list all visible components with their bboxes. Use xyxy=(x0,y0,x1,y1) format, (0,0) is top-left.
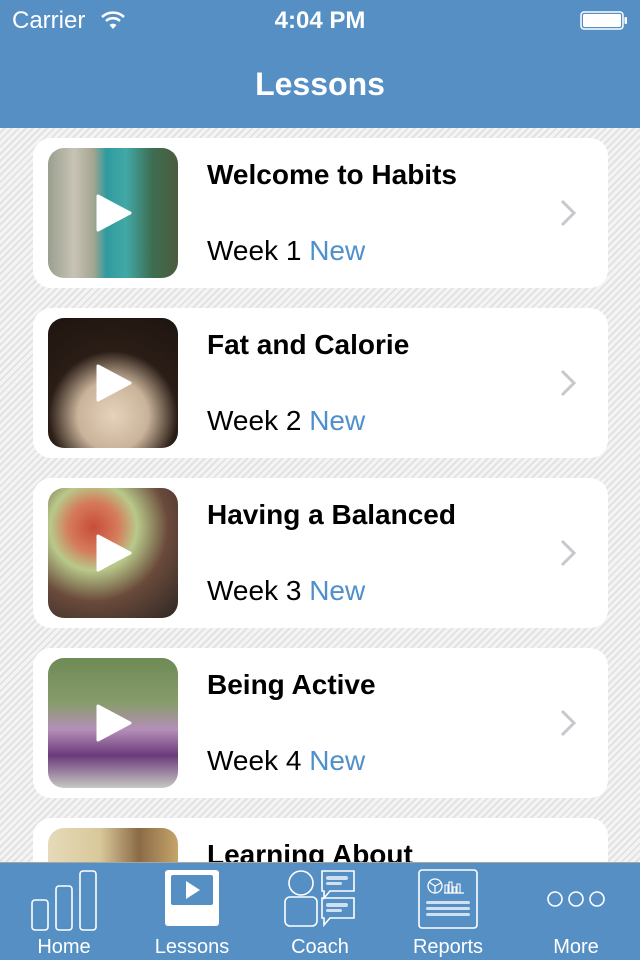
week-label: Week 3 xyxy=(207,575,302,606)
video-play-icon xyxy=(165,870,219,926)
lesson-week: Week 1 New xyxy=(207,235,365,267)
chevron-right-icon xyxy=(560,539,576,567)
play-icon xyxy=(96,534,132,572)
lesson-thumbnail xyxy=(48,318,178,448)
tab-reports[interactable]: Reports xyxy=(384,863,512,960)
tab-more[interactable]: More xyxy=(512,863,640,960)
lesson-thumbnail xyxy=(48,488,178,618)
report-icon xyxy=(418,869,478,929)
tab-lessons[interactable]: Lessons xyxy=(128,863,256,960)
lesson-week: Week 4 New xyxy=(207,745,365,777)
chevron-right-icon xyxy=(560,369,576,397)
chevron-right-icon xyxy=(560,709,576,737)
week-label: Week 4 xyxy=(207,745,302,776)
tab-label: Coach xyxy=(291,936,349,958)
lesson-card[interactable]: Learning About xyxy=(33,818,608,862)
tab-label: More xyxy=(553,936,599,958)
play-icon xyxy=(96,194,132,232)
week-label: Week 1 xyxy=(207,235,302,266)
lesson-title: Being Active xyxy=(207,669,376,700)
coach-chat-icon xyxy=(284,870,355,927)
lesson-card[interactable]: Having a Balanced Week 3 New xyxy=(33,478,608,628)
new-badge: New xyxy=(309,745,366,776)
lesson-thumbnail xyxy=(48,828,178,862)
tab-coach[interactable]: Coach xyxy=(256,863,384,960)
lessons-list[interactable]: Welcome to Habits Week 1 New Fat and Cal… xyxy=(0,128,640,862)
battery-icon xyxy=(580,11,627,30)
lesson-thumbnail xyxy=(48,658,178,788)
page-title: Lessons xyxy=(255,66,385,102)
play-icon xyxy=(96,704,132,742)
status-time: 4:04 PM xyxy=(274,7,366,34)
lesson-week: Week 3 New xyxy=(207,575,365,607)
chevron-right-icon xyxy=(560,199,576,227)
lesson-title: Welcome to Habits xyxy=(207,159,457,190)
tab-bar: Home Lessons Coach Reports More xyxy=(0,862,640,960)
lesson-week: Week 2 New xyxy=(207,405,365,437)
tab-home[interactable]: Home xyxy=(0,863,128,960)
lesson-title: Having a Balanced xyxy=(207,499,456,530)
lesson-title: Fat and Calorie xyxy=(207,329,410,360)
lesson-title: Learning About xyxy=(207,839,413,862)
status-bar: Carrier 4:04 PM xyxy=(0,0,640,40)
navigation-header: Carrier 4:04 PM Lessons xyxy=(0,0,640,128)
play-icon xyxy=(96,364,132,402)
tab-label: Reports xyxy=(412,936,484,958)
new-badge: New xyxy=(309,575,366,606)
lesson-card[interactable]: Being Active Week 4 New xyxy=(33,648,608,798)
lesson-card[interactable]: Fat and Calorie Week 2 New xyxy=(33,308,608,458)
new-badge: New xyxy=(309,405,366,436)
bar-chart-icon xyxy=(31,870,97,931)
lesson-card[interactable]: Welcome to Habits Week 1 New xyxy=(33,138,608,288)
new-badge: New xyxy=(309,235,366,266)
tab-label: Home xyxy=(37,936,91,958)
lesson-thumbnail xyxy=(48,148,178,278)
more-dots-icon xyxy=(547,891,605,907)
week-label: Week 2 xyxy=(207,405,302,436)
tab-label: Lessons xyxy=(154,936,230,958)
